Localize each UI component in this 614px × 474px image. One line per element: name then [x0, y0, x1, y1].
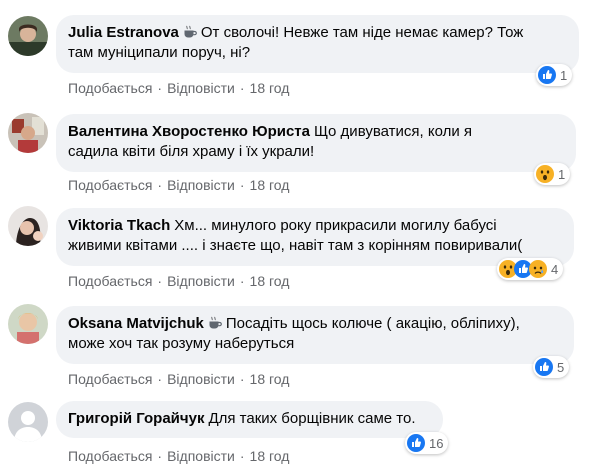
- comment-bubble: Григорій Горайчук Для таких борщівник сам…: [56, 401, 443, 438]
- comment-text-line1: Що дивуватися, коли я: [313, 123, 473, 140]
- comment-time[interactable]: 18 год: [250, 80, 290, 96]
- comment-text-line2: може хоч так розуму наберуться: [68, 335, 295, 352]
- comment-text-line2: живими квітами .... і знаєте що, навіт т…: [68, 237, 523, 254]
- separator: ·: [157, 371, 163, 387]
- comment-bubble: Julia Estranova От сволочі! Невже там нід…: [56, 15, 579, 73]
- reply-link[interactable]: Відповісти: [167, 448, 235, 464]
- comment-text-line1: Хм... минулого року прикрасили могилу ба…: [174, 217, 497, 234]
- separator: ·: [157, 448, 163, 464]
- avatar[interactable]: [8, 402, 48, 442]
- reaction-count: 4: [551, 261, 559, 277]
- comment-time[interactable]: 18 год: [250, 177, 290, 193]
- comment-actions: Подобається · Відповісти · 18 год: [68, 370, 289, 388]
- like-reaction-icon: [538, 66, 556, 84]
- reaction-summary[interactable]: 5: [533, 356, 570, 378]
- comment-bubble: Oksana Matvijchuk Посадіть щось колюче ( …: [56, 306, 574, 364]
- like-reaction-icon: [407, 434, 425, 452]
- like-link[interactable]: Подобається: [68, 177, 152, 193]
- separator: ·: [239, 448, 245, 464]
- reaction-count: 16: [429, 435, 444, 451]
- separator: ·: [157, 80, 163, 96]
- separator: ·: [239, 177, 245, 193]
- reply-link[interactable]: Відповісти: [167, 273, 235, 289]
- reply-link[interactable]: Відповісти: [167, 371, 235, 387]
- comment-author[interactable]: Julia Estranova: [68, 24, 179, 41]
- reaction-summary[interactable]: 1: [534, 163, 571, 185]
- comment-time[interactable]: 18 год: [250, 371, 290, 387]
- sad-reaction-icon: [529, 260, 547, 278]
- comment-author[interactable]: Viktoria Tkach: [68, 217, 170, 234]
- separator: ·: [239, 80, 245, 96]
- wow-reaction-icon: [536, 165, 554, 183]
- comment-bubble: Viktoria Tkach Хм... минулого року прикра…: [56, 208, 574, 266]
- like-link[interactable]: Подобається: [68, 371, 152, 387]
- avatar[interactable]: [8, 206, 48, 246]
- comment-text-line1: От сволочі! Невже там ніде немає камер? …: [200, 24, 524, 41]
- comment-bubble: Валентина Хворостенко Юриста Що дивуватис…: [56, 114, 576, 172]
- comment-text-line1: Посадіть щось колюче ( акацію, обліпиху)…: [225, 315, 520, 332]
- reaction-summary[interactable]: 1: [536, 64, 573, 86]
- avatar[interactable]: [8, 113, 48, 153]
- comment-actions: Подобається · Відповісти · 18 год: [68, 79, 289, 97]
- like-reaction-icon: [535, 358, 553, 376]
- comment-time[interactable]: 18 год: [250, 273, 290, 289]
- like-link[interactable]: Подобається: [68, 448, 152, 464]
- separator: ·: [157, 273, 163, 289]
- comment-text-line2: садила квіти біля храму і їх украли!: [68, 143, 315, 160]
- reaction-count: 5: [557, 359, 565, 375]
- separator: ·: [239, 371, 245, 387]
- coffee-cup-icon: [183, 25, 197, 39]
- reaction-count: 1: [558, 166, 566, 182]
- reaction-count: 1: [560, 67, 568, 83]
- comment-text-line1: Для таких борщівник саме то.: [208, 410, 416, 427]
- separator: ·: [157, 177, 163, 193]
- comment-actions: Подобається · Відповісти · 18 год: [68, 176, 289, 194]
- separator: ·: [239, 273, 245, 289]
- comment-time[interactable]: 18 год: [250, 448, 290, 464]
- like-link[interactable]: Подобається: [68, 273, 152, 289]
- comment-text-line2: там муніципали поруч, ні?: [68, 44, 251, 61]
- reply-link[interactable]: Відповісти: [167, 177, 235, 193]
- comment-actions: Подобається · Відповісти · 18 год: [68, 272, 289, 290]
- comment-author[interactable]: Григорій Горайчук: [68, 410, 204, 427]
- comment-actions: Подобається · Відповісти · 18 год: [68, 447, 289, 465]
- reaction-summary[interactable]: 16: [405, 432, 449, 454]
- reaction-summary[interactable]: 4: [497, 258, 564, 280]
- avatar[interactable]: [8, 304, 48, 344]
- comment-author[interactable]: Валентина Хворостенко Юриста: [68, 123, 310, 140]
- avatar[interactable]: [8, 16, 48, 56]
- coffee-cup-icon: [208, 316, 222, 330]
- comment-author[interactable]: Oksana Matvijchuk: [68, 315, 204, 332]
- like-link[interactable]: Подобається: [68, 80, 152, 96]
- reply-link[interactable]: Відповісти: [167, 80, 235, 96]
